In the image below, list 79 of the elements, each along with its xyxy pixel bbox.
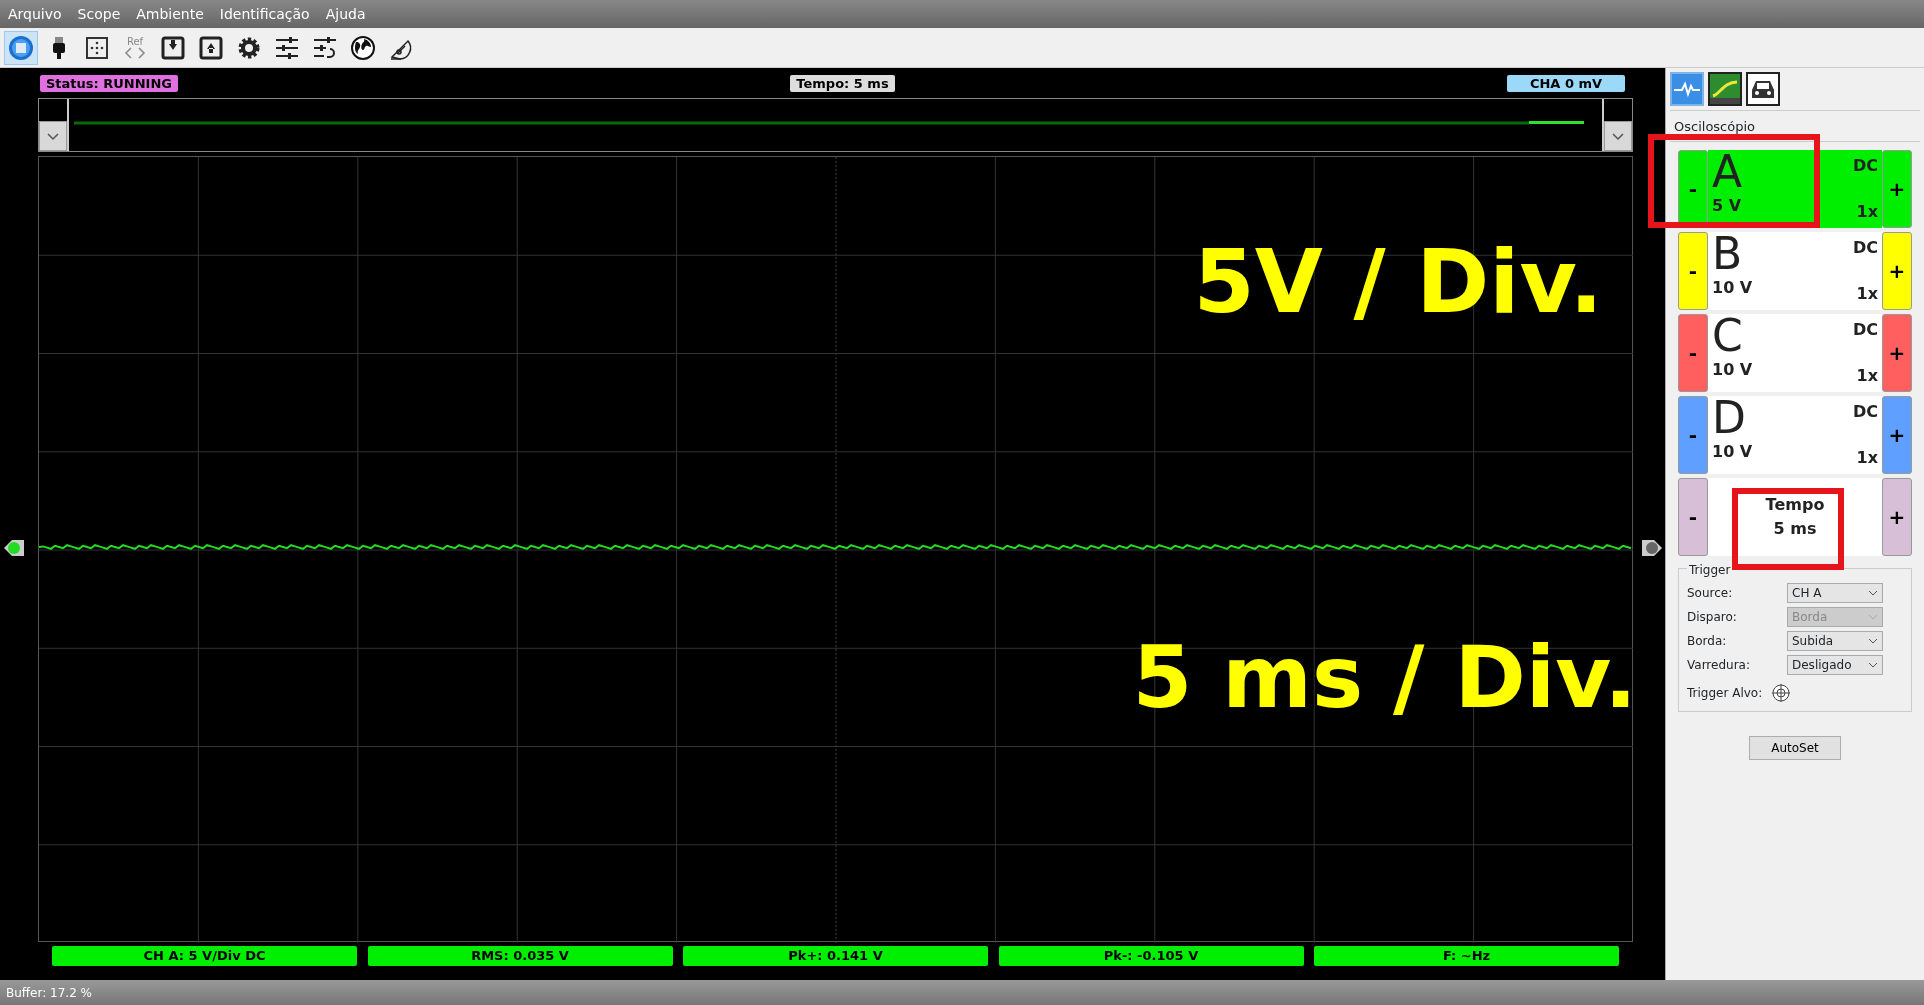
mode-tab[interactable] [1746,72,1780,106]
measurement-label: F: ~Hz [1314,946,1619,966]
caret-icon [44,132,62,141]
offset-label: CHA 0 mV [1507,74,1625,92]
coupling-label: DC [1852,318,1878,341]
volts-per-div: 10 V [1712,276,1754,299]
menu-item[interactable]: Scope [77,3,121,25]
plus-button[interactable]: + [1882,313,1912,392]
field-label: Borda: [1687,632,1728,650]
minus-button[interactable]: - [1678,477,1708,556]
menu-item[interactable]: Arquivo [8,3,62,25]
probe-label: 1x [1855,200,1878,223]
caret-icon [1868,613,1878,620]
measurement-label: Pk-: -0.105 V [998,946,1304,966]
annotation-text: 5V / Div. [1193,238,1603,326]
measurement-label: Pk+: 0.141 V [683,946,988,966]
channel-name: A [1712,149,1744,194]
plus-button[interactable]: + [1882,395,1912,474]
channel-name: D [1712,395,1747,440]
waveform-icon [1672,74,1702,104]
meter-icon [1710,74,1740,104]
globe-icon [350,34,376,61]
measurement-label: CH A: 5 V/Div DC [52,946,357,966]
autoset-button[interactable]: AutoSet [1749,735,1841,760]
caret-icon [1868,637,1878,644]
volts-per-div: 5 V [1712,194,1743,217]
channel-name: B [1712,231,1744,276]
target-icon [1771,682,1791,703]
caret-icon [1868,661,1878,668]
annotation-text: 5 ms / Div. [1132,634,1637,720]
minus-button[interactable]: - [1678,395,1708,474]
channel-marker-icon [2,538,26,558]
dropdown-field[interactable]: Subida [1787,630,1883,651]
channel-panel[interactable]: D 10 V DC 1x [1708,395,1882,474]
timebase-title: Tempo [1765,493,1825,516]
minus-button[interactable]: - [1678,231,1708,310]
probe-label: 1x [1855,282,1878,305]
volts-per-div: 10 V [1712,440,1754,463]
field-label: Source: [1687,584,1734,602]
field-label: Disparo: [1687,608,1738,626]
window-tool[interactable] [4,30,38,65]
plus-button[interactable]: + [1882,231,1912,310]
mode-tab[interactable] [1708,72,1742,106]
probe-label: 1x [1855,364,1878,387]
channel-panel[interactable]: B 10 V DC 1x [1708,231,1882,310]
dropdown-field[interactable]: Desligado [1787,654,1883,675]
channel-panel[interactable]: A 5 V DC 1x [1708,149,1882,228]
coupling-label: DC [1852,236,1878,259]
plus-button[interactable]: + [1882,149,1912,228]
caret-icon [1609,132,1627,141]
grid-icon [84,34,110,61]
panel-title: Osciloscópio [1670,111,1920,142]
timebase-label: Tempo: 5 ms [790,74,895,92]
menu-item[interactable]: Ajuda [325,3,366,25]
chevrons-icon [124,46,146,59]
volts-per-div: 10 V [1712,358,1754,381]
timebase-value: 5 ms [1773,517,1817,540]
status-label: Status: RUNNING [40,74,178,92]
measurement-label: RMS: 0.035 V [367,946,673,966]
probe-label: 1x [1855,446,1878,469]
status-bar-text: Buffer: 17.2 % [0,980,1924,1005]
minus-button[interactable]: - [1678,313,1708,392]
sliders-undo-icon [312,34,338,61]
menu-item[interactable]: Identificação [219,3,310,25]
field-label: Varredura: [1687,656,1751,674]
coupling-label: DC [1852,400,1878,423]
download-icon [160,34,186,61]
caret-icon [1868,589,1878,596]
dropdown-field[interactable]: CH A [1787,582,1883,603]
sliders-icon [274,34,300,61]
channel-name: C [1712,313,1744,358]
window-icon [8,34,34,61]
channel-panel[interactable]: C 10 V DC 1x [1708,313,1882,392]
field-label: Trigger Alvo: [1687,684,1764,702]
coupling-label: DC [1852,154,1878,177]
upload-icon [198,34,224,61]
menu-item[interactable]: Ambiente [136,3,204,25]
car-icon [1748,74,1778,104]
plus-button[interactable]: + [1882,477,1912,556]
